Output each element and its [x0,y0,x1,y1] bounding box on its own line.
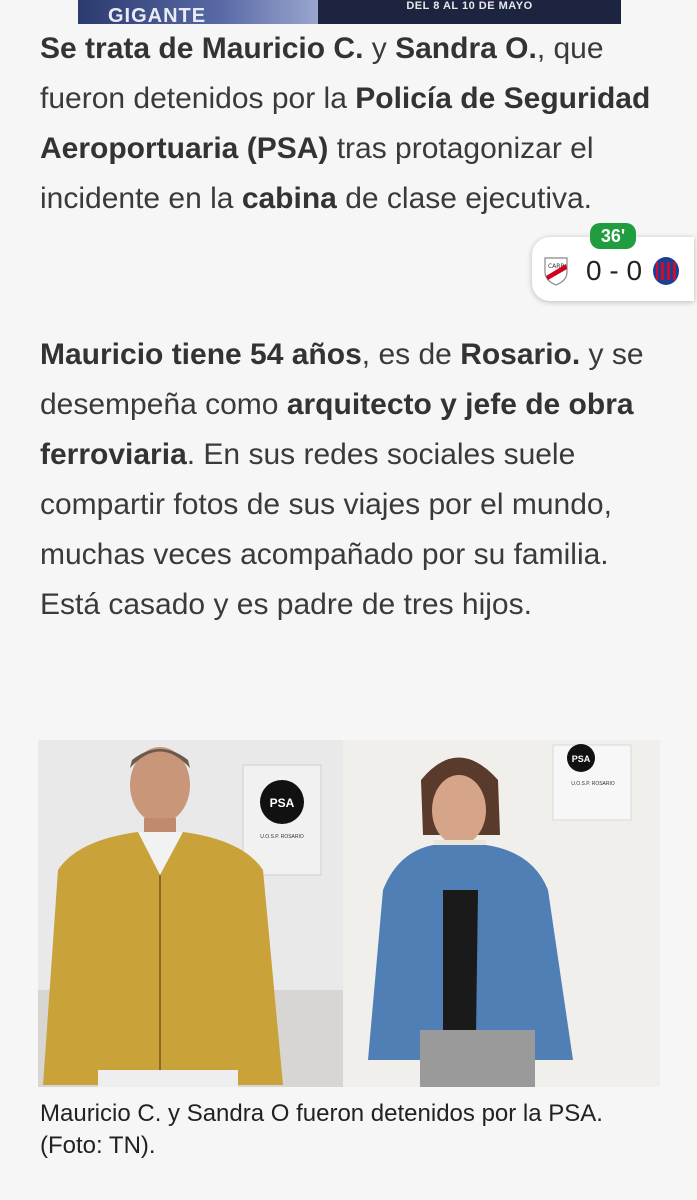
right-poster-caption: U.O.S.P. ROSARIO [571,781,615,787]
text-segment: y [363,32,396,65]
text-segment: cabina [241,182,337,215]
left-poster-caption: U.O.S.P. ROSARIO [260,834,304,840]
ad-banner[interactable]: GIGANTE DEL 8 AL 10 DE MAYO [78,0,621,24]
svg-text:CARP: CARP [548,263,564,270]
article-photo[interactable]: PSA U.O.S.P. ROSARIO PSA U.O.S.P. ROSARI… [38,740,660,1087]
text-segment: Mauricio C. [201,32,364,65]
river-plate-badge-icon: CARP [544,257,568,286]
text-segment: Rosario. [460,338,581,371]
photo-caption: Mauricio C. y Sandra O fueron detenidos … [40,1100,603,1159]
ad-banner-dates: DEL 8 AL 10 DE MAYO [406,0,533,12]
match-minute-badge: 36' [590,223,636,249]
article-paragraph-1: Se trata de Mauricio C. y Sandra O., que… [40,24,660,224]
text-segment: Sandra O. [395,32,537,65]
match-score: 0 - 0 [585,255,643,286]
ad-banner-title: GIGANTE [108,5,207,24]
article-paragraph-2: Mauricio tiene 54 años, es de Rosario. y… [40,330,670,630]
text-segment: , es de [361,338,461,371]
text-segment: de clase ejecutiva. [336,182,593,215]
san-lorenzo-badge-icon [653,257,679,285]
text-segment: Mauricio tiene 54 años [40,338,362,371]
ad-banner-right: DEL 8 AL 10 DE MAYO [318,0,621,24]
ad-banner-left: GIGANTE [78,0,318,24]
left-poster-logo: PSA [270,796,295,810]
text-segment: Se trata de [40,32,202,65]
right-poster-logo: PSA [572,754,591,764]
detainees-photo: PSA U.O.S.P. ROSARIO PSA U.O.S.P. ROSARI… [38,740,660,1087]
